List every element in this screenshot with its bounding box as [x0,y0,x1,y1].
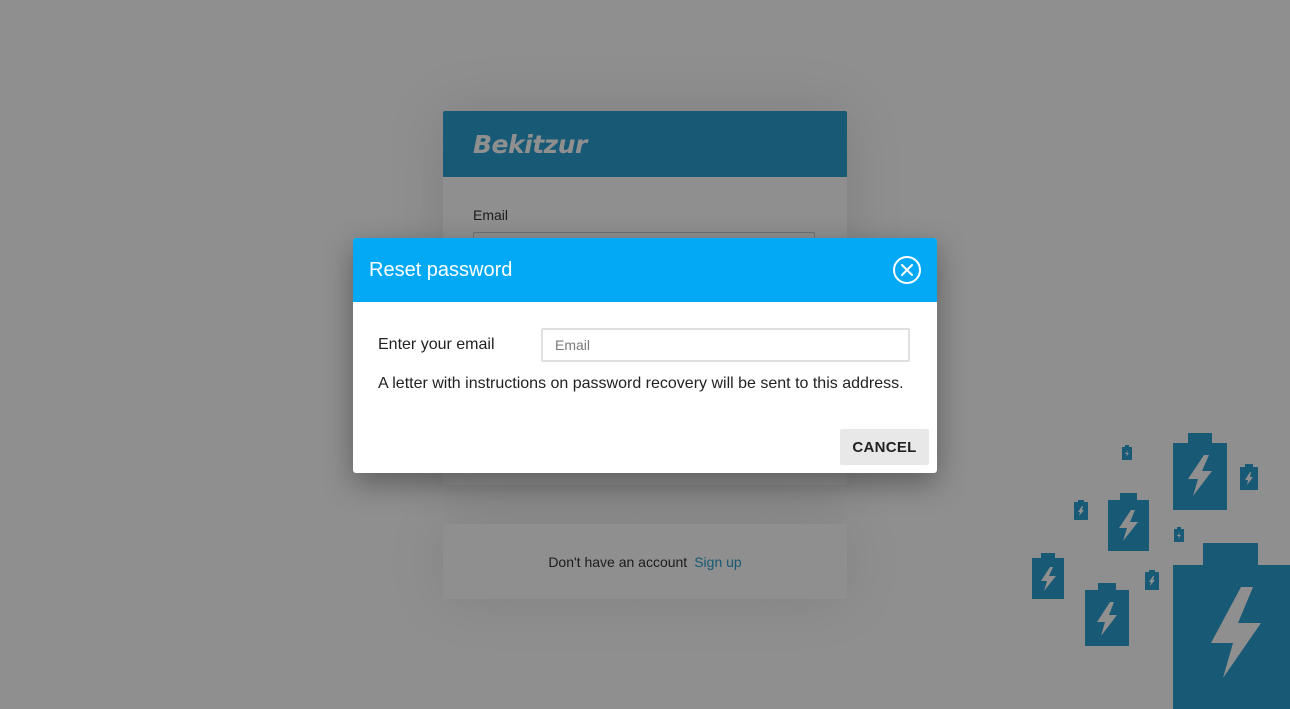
dialog-header: Reset password [353,238,937,302]
email-label: Enter your email [378,336,495,353]
email-input[interactable] [541,328,910,362]
close-icon [901,264,913,276]
email-row: Enter your email [378,327,912,363]
cancel-button[interactable]: CANCEL [840,429,929,465]
dialog-title: Reset password [369,258,513,281]
reset-password-dialog: Reset password Enter your email A letter… [353,238,937,473]
instructions-text: A letter with instructions on password r… [378,375,904,392]
close-button[interactable] [893,256,921,284]
